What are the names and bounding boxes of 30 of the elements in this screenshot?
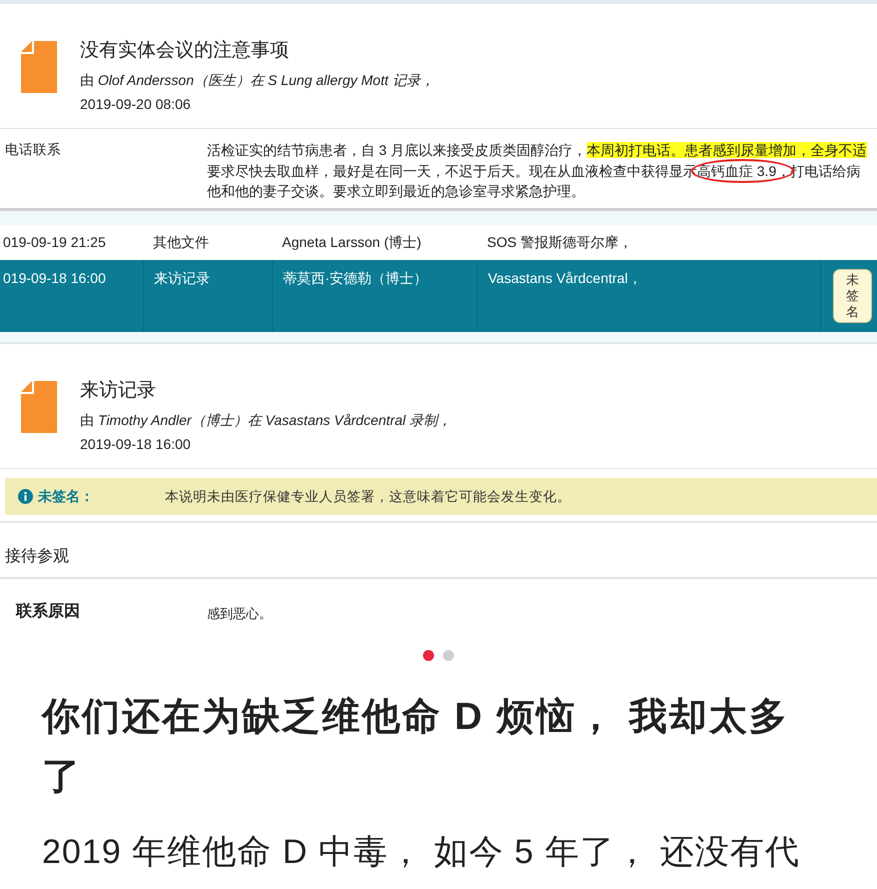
alert-label: 未签名： (36, 487, 95, 506)
note-date: 2019-09-18 16:00 (80, 435, 192, 454)
table-cell: 来访记录 (143, 260, 272, 332)
table-cell-text: 其他文件 (152, 232, 210, 252)
table-cell: Vasastans Vårdcentral， (477, 260, 820, 332)
table-cell-text: Agneta Larsson (博士) (281, 232, 422, 252)
table-row[interactable]: 019-09-18 16:00 来访记录 蒂莫西·安德勒（博士） Vasastans Vårdcentral， 未签名 (0, 260, 877, 332)
article-headline: 你们还在为缺乏维他命 D 烦恼， 我却太多了 (42, 695, 790, 800)
table-cell-text: SOS 警报斯德哥尔摩， (486, 232, 634, 252)
document-icon (21, 41, 57, 93)
alert-message: 本说明未由医疗保健专业人员签署，这意味着它可能会发生变化。 (165, 488, 571, 506)
field-label: 电话联系 (4, 141, 62, 159)
table-cell-text: 019-09-19 21:25 (2, 232, 107, 252)
field-value: 感到恶心。 (207, 605, 272, 623)
document-icon (21, 381, 57, 434)
table-cell: 蒂莫西·安德勒（博士） (272, 260, 477, 332)
note-byline: 由 Timothy Andler（博士）在 Vasastans Vårdcentral 录制， (80, 411, 452, 430)
note-date: 2019-09-20 08:06 (80, 95, 192, 114)
status-badge: 未签名 (833, 268, 872, 324)
note-title: 来访记录 (80, 379, 157, 404)
carousel-dot-icon[interactable] (423, 650, 434, 662)
section-heading: 接待参观 (0, 523, 877, 580)
field-label: 联系原因 (14, 601, 81, 622)
carousel-dot-icon[interactable] (443, 650, 454, 662)
table-cell-text: 019-09-18 16:00 (2, 268, 107, 288)
note-title: 没有实体会议的注意事项 (80, 39, 290, 63)
note-byline: 由 Olof Andersson（医生）在 S Lung allergy Mott 记录， (80, 71, 434, 90)
article-subtitle: 2019 年维他命 D 中毒， 如今 5 年了， 还没有代 (42, 832, 802, 874)
table-row[interactable]: 019-09-19 21:25 其他文件 Agneta Larsson (博士) SOS 警报斯德哥尔摩， (0, 224, 877, 260)
info-icon (18, 489, 33, 504)
